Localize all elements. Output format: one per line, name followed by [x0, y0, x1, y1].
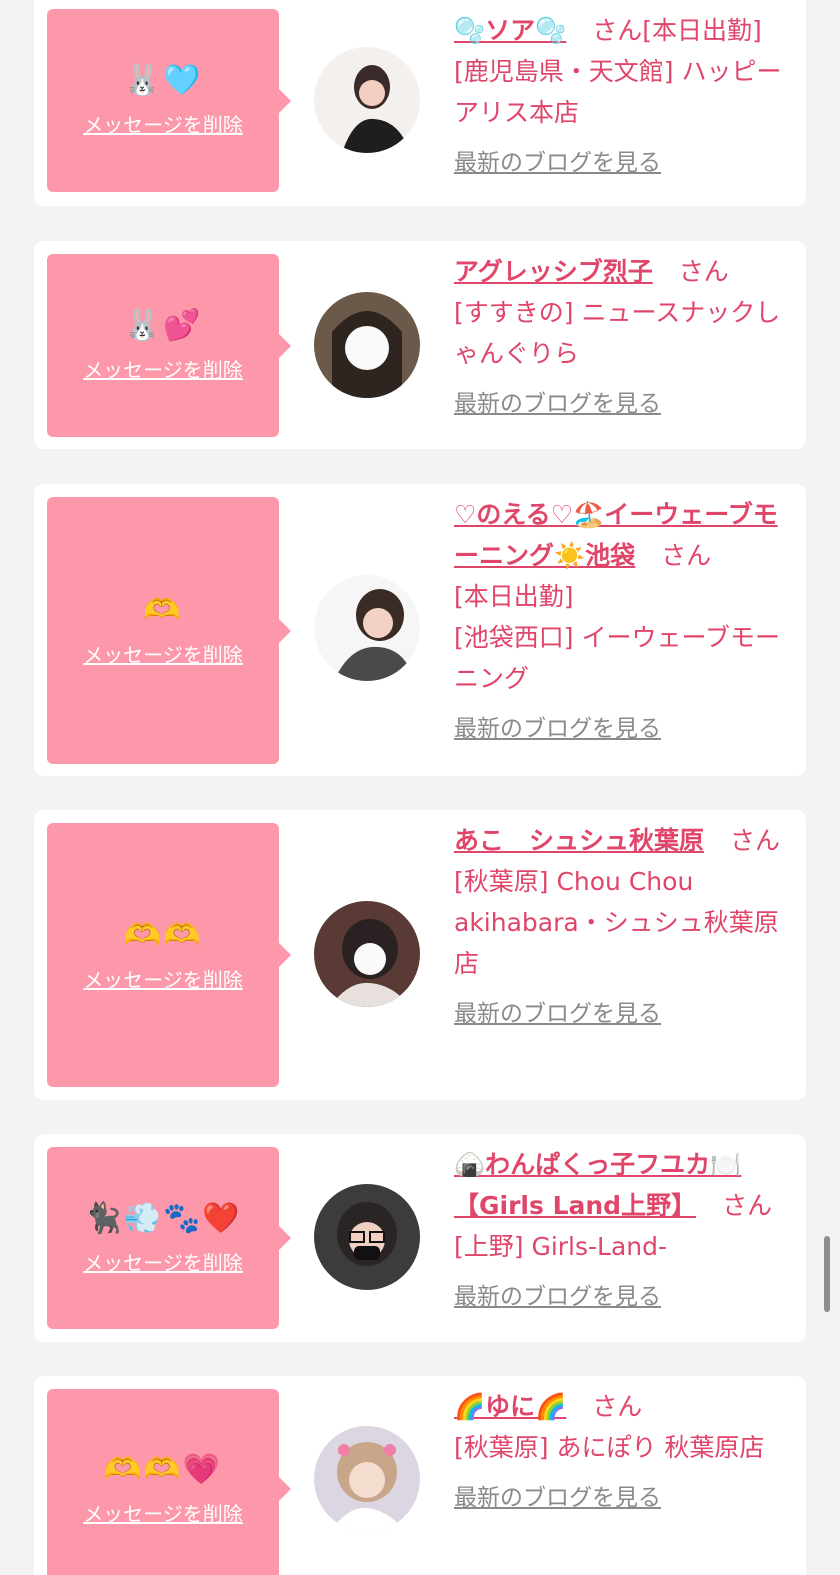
- avatar[interactable]: [314, 575, 420, 681]
- message-box: 🫶 メッセージを削除: [47, 497, 291, 764]
- shop-text: [秋葉原] Chou Chou akihabara・シュシュ秋葉原店: [454, 867, 779, 978]
- san-label: さん: [592, 16, 643, 45]
- message-card: 🫶🫶💗 メッセージを削除 🌈ゆに🌈 さん [秋葉原] あにぽり 秋葉原店 最新のブ…: [34, 1376, 806, 1575]
- message-emoji: 🫶: [143, 593, 183, 628]
- message-card: 🐰🩵 メッセージを削除 🫧ソア🫧 さん[本日出勤] [鹿児島県・天文館] ハッピー…: [34, 0, 806, 206]
- san-label: さん: [722, 1191, 773, 1220]
- cast-name-link[interactable]: ♡のえる♡🏖️イーウェーブモーニング☀️池袋: [454, 500, 778, 570]
- san-label: さん: [592, 1392, 643, 1421]
- latest-blog-link[interactable]: 最新のブログを見る: [454, 384, 661, 425]
- delete-message-link[interactable]: メッセージを削除: [83, 964, 243, 993]
- shop-text: [上野] Girls-Land-: [454, 1232, 668, 1261]
- cast-name-link[interactable]: 🌈ゆに🌈: [454, 1392, 566, 1421]
- message-box: 🫶🫶 メッセージを削除: [47, 823, 291, 1087]
- shop-text: [秋葉原] あにぽり 秋葉原店: [454, 1433, 765, 1462]
- avatar[interactable]: [314, 1184, 420, 1290]
- shop-text: [鹿児島県・天文館] ハッピーアリス本店: [454, 57, 782, 127]
- message-card: 🐈‍⬛💨🐾❤️ メッセージを削除 🍙わんぱくっ子フユカ🍽️【Girls Land…: [34, 1134, 806, 1342]
- avatar[interactable]: [314, 47, 420, 153]
- cast-name-link[interactable]: あこ シュシュ秋葉原: [454, 826, 704, 855]
- message-card: 🐰💕 メッセージを削除 アグレッシブ烈子 さん [すすきの] ニュースナックしゃん…: [34, 241, 806, 449]
- card-info: あこ シュシュ秋葉原 さん [秋葉原] Chou Chou akihabara・シ…: [454, 820, 790, 1035]
- shop-text: [池袋西口] イーウェーブモーニング: [454, 623, 780, 693]
- cast-name-link[interactable]: アグレッシブ烈子: [454, 257, 653, 286]
- latest-blog-link[interactable]: 最新のブログを見る: [454, 143, 661, 184]
- status-text: [本日出勤]: [454, 582, 574, 611]
- card-info: アグレッシブ烈子 さん [すすきの] ニュースナックしゃんぐりら 最新のブログを見…: [454, 251, 790, 425]
- avatar[interactable]: [314, 901, 420, 1007]
- delete-message-link[interactable]: メッセージを削除: [83, 354, 243, 383]
- latest-blog-link[interactable]: 最新のブログを見る: [454, 709, 661, 750]
- shop-text: [すすきの] ニュースナックしゃんぐりら: [454, 298, 781, 368]
- message-box: 🐰🩵 メッセージを削除: [47, 9, 291, 192]
- san-label: さん: [678, 257, 729, 286]
- message-emoji: 🫶🫶💗: [103, 1451, 223, 1487]
- message-card: 🫶🫶 メッセージを削除 あこ シュシュ秋葉原 さん [秋葉原] Chou Chou…: [34, 810, 806, 1100]
- card-info: 🫧ソア🫧 さん[本日出勤] [鹿児島県・天文館] ハッピーアリス本店 最新のブログ…: [454, 10, 790, 184]
- san-label: さん: [661, 541, 712, 570]
- message-emoji: 🐰🩵: [123, 63, 203, 98]
- message-emoji: 🫶🫶: [123, 917, 203, 953]
- delete-message-link[interactable]: メッセージを削除: [83, 639, 243, 668]
- delete-message-link[interactable]: メッセージを削除: [83, 1498, 243, 1527]
- latest-blog-link[interactable]: 最新のブログを見る: [454, 1478, 661, 1519]
- message-box: 🐰💕 メッセージを削除: [47, 254, 291, 437]
- message-emoji: 🐰💕: [123, 308, 203, 343]
- delete-message-link[interactable]: メッセージを削除: [83, 1247, 243, 1276]
- page: 🐰🩵 メッセージを削除 🫧ソア🫧 さん[本日出勤] [鹿児島県・天文館] ハッピー…: [0, 0, 840, 1575]
- scrollbar[interactable]: [824, 1236, 830, 1312]
- message-box: 🐈‍⬛💨🐾❤️ メッセージを削除: [47, 1147, 291, 1329]
- cast-name-link[interactable]: 🍙わんぱくっ子フユカ🍽️【Girls Land上野】: [454, 1150, 741, 1220]
- message-box: 🫶🫶💗 メッセージを削除: [47, 1389, 291, 1575]
- avatar[interactable]: [314, 292, 420, 398]
- san-label: さん: [730, 826, 781, 855]
- message-card: 🫶 メッセージを削除 ♡のえる♡🏖️イーウェーブモーニング☀️池袋 さん [本日出…: [34, 484, 806, 776]
- card-info: 🍙わんぱくっ子フユカ🍽️【Girls Land上野】 さん [上野] Girls-…: [454, 1144, 790, 1318]
- delete-message-link[interactable]: メッセージを削除: [83, 109, 243, 138]
- card-info: 🌈ゆに🌈 さん [秋葉原] あにぽり 秋葉原店 最新のブログを見る: [454, 1386, 790, 1519]
- latest-blog-link[interactable]: 最新のブログを見る: [454, 994, 661, 1035]
- status-text: [本日出勤]: [642, 16, 762, 45]
- latest-blog-link[interactable]: 最新のブログを見る: [454, 1277, 661, 1318]
- cast-name-link[interactable]: 🫧ソア🫧: [454, 16, 566, 45]
- card-info: ♡のえる♡🏖️イーウェーブモーニング☀️池袋 さん [本日出勤] [池袋西口] イ…: [454, 494, 790, 750]
- message-emoji: 🐈‍⬛💨🐾❤️: [84, 1200, 242, 1236]
- avatar[interactable]: [314, 1426, 420, 1532]
